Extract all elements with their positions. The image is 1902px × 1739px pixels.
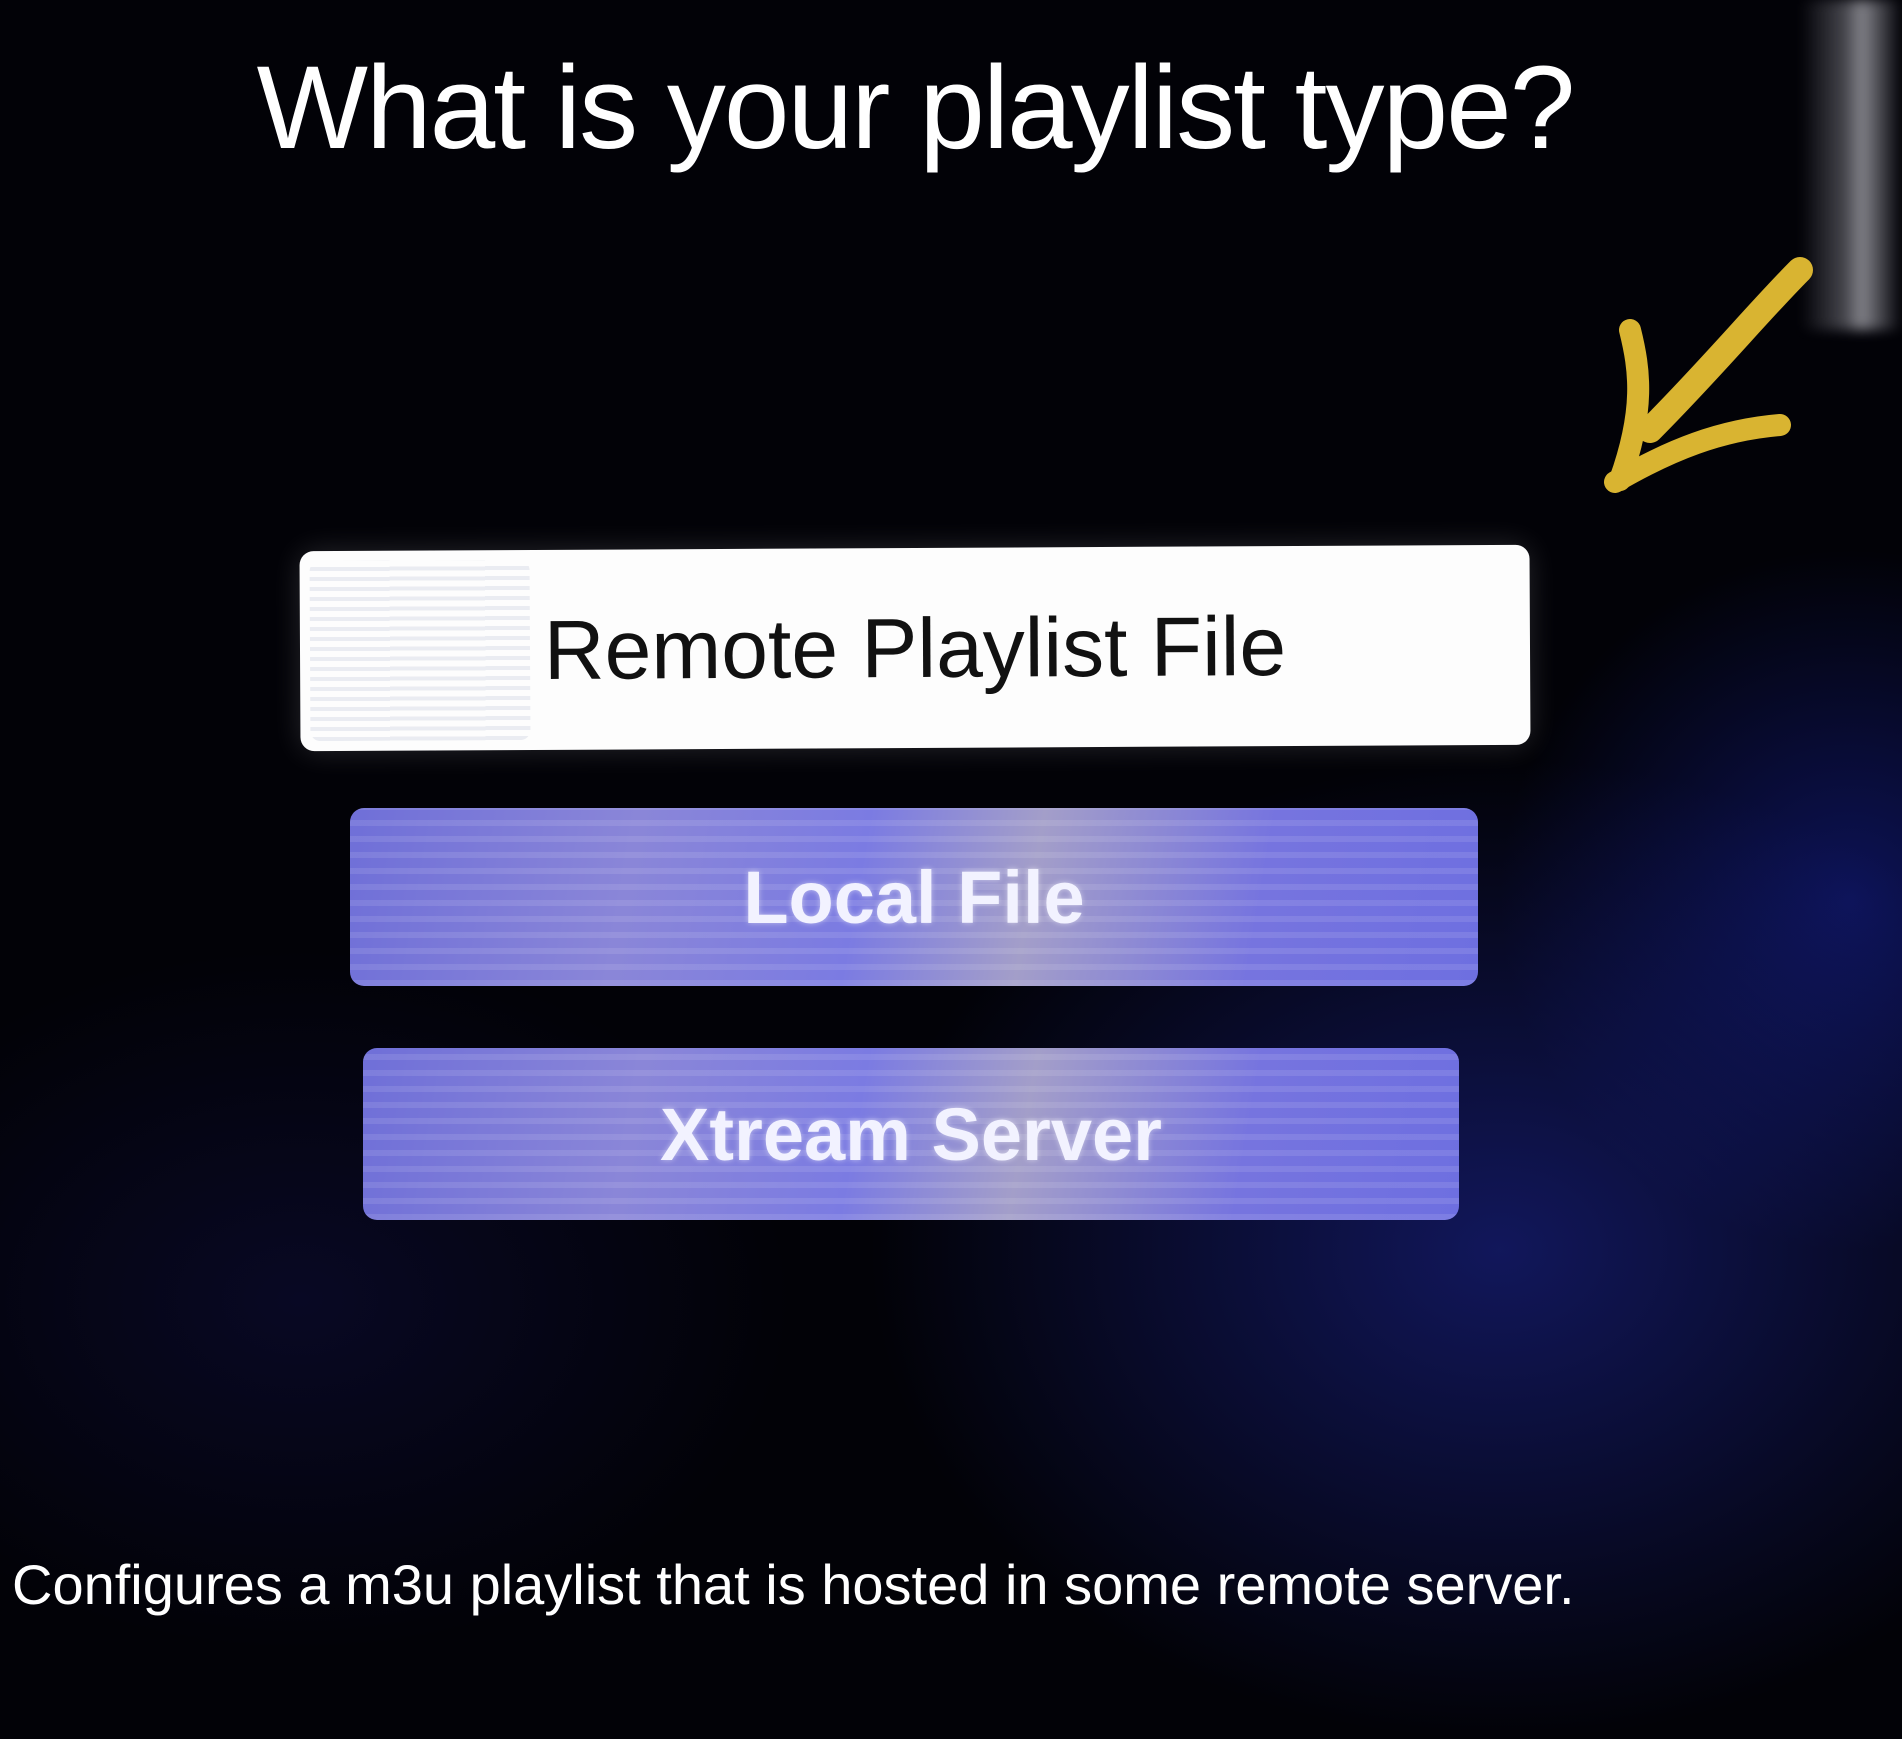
option-description: Configures a m3u playlist that is hosted… (12, 1553, 1575, 1616)
option-label: Local File (743, 855, 1085, 939)
option-local-file[interactable]: Local File (350, 808, 1478, 986)
playlist-type-screen: What is your playlist type? Remote Playl… (0, 0, 1902, 1739)
page-title: What is your playlist type? (256, 42, 1576, 174)
option-label: Xtream Server (660, 1092, 1162, 1176)
option-xtream-server[interactable]: Xtream Server (363, 1048, 1459, 1220)
option-label: Remote Playlist File (543, 598, 1287, 697)
arrow-annotation-icon (1604, 257, 1813, 493)
option-remote-playlist-file[interactable]: Remote Playlist File (299, 544, 1531, 752)
